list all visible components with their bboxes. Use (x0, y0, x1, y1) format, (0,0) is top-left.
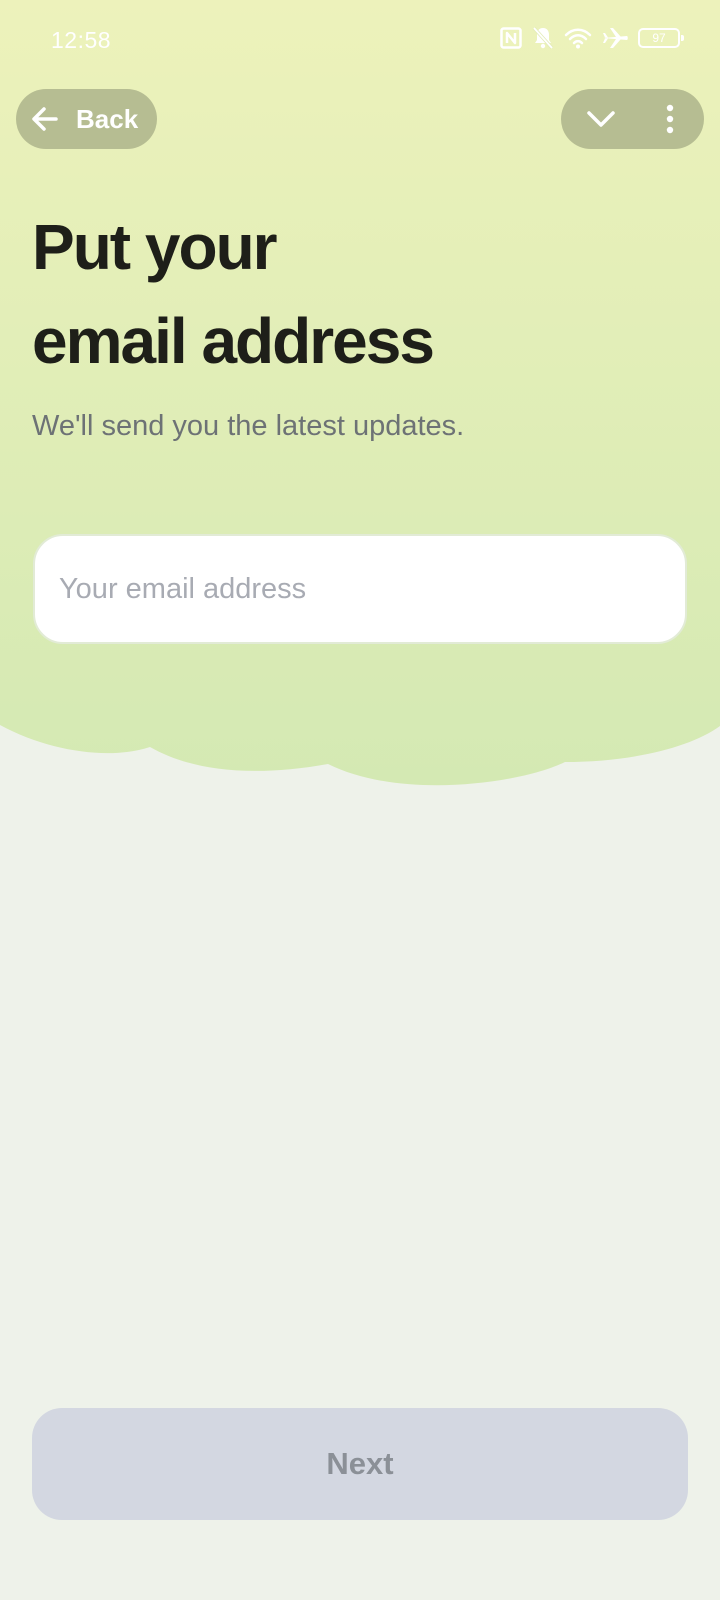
back-button[interactable]: Back (16, 89, 157, 149)
next-button[interactable]: Next (32, 1408, 688, 1520)
page-title: Put your email address (32, 200, 435, 388)
airplane-mode-icon (603, 28, 628, 48)
battery-level: 97 (652, 31, 666, 45)
top-actions (561, 89, 704, 149)
status-time: 12:58 (51, 27, 112, 53)
page-subtitle: We'll send you the latest updates. (32, 410, 465, 442)
battery-icon: 97 (638, 28, 684, 48)
collapse-button[interactable] (585, 104, 617, 134)
nfc-icon (500, 27, 522, 49)
page-title-line-2: email address (32, 305, 435, 377)
more-options-button[interactable] (655, 104, 685, 134)
notifications-off-icon (532, 26, 554, 50)
status-icons: 97 (500, 26, 684, 50)
more-vertical-icon (666, 104, 674, 134)
arrow-left-icon (32, 107, 58, 131)
email-input[interactable] (33, 534, 687, 644)
back-label: Back (76, 103, 139, 134)
wifi-icon (564, 28, 592, 49)
page-title-line-1: Put your (32, 211, 278, 283)
status-bar: 12:58 97 (0, 0, 720, 84)
chevron-down-icon (587, 111, 615, 127)
